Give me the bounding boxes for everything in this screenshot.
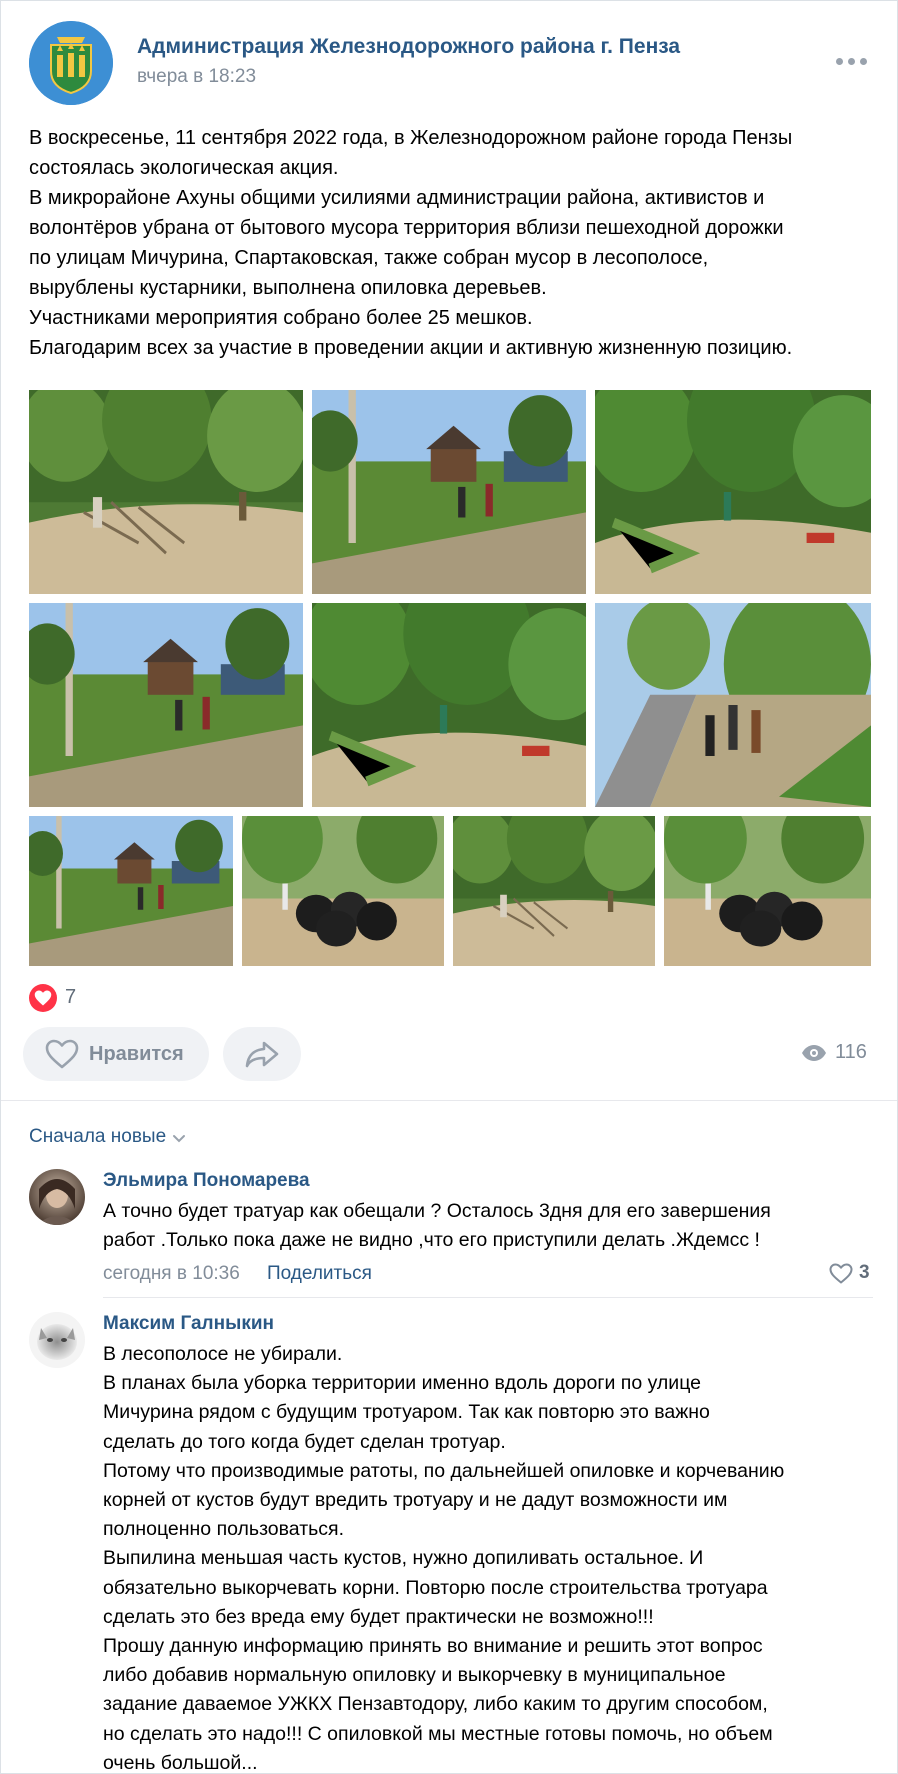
comment-avatar[interactable] (29, 1312, 85, 1368)
comment-text-line: Прошу данную информацию принять во внима… (103, 1635, 763, 1658)
post-text-line: В микрорайоне Ахуны общими усилиями адми… (29, 187, 765, 209)
comment-text: А точно будет тратуар как обещали ? Оста… (103, 1197, 771, 1255)
comment-divider (103, 1297, 873, 1298)
divider (1, 1100, 897, 1101)
comment-text-line: В лесополосе не убирали. (103, 1343, 343, 1365)
photo-image (312, 603, 586, 807)
post-text-line: вырублены кустарники, выполнена опиловка… (29, 277, 547, 299)
post-text-line: по улицам Мичурина, Спартаковская, также… (29, 247, 709, 269)
views-count: 116 (835, 1041, 867, 1063)
comment-text-line: Мичурина рядом с будущим тротуаром. Так … (103, 1401, 710, 1424)
photo-image (595, 390, 871, 594)
post-photo[interactable] (29, 390, 303, 594)
post-text-line: Благодарим всех за участие в проведении … (29, 337, 793, 359)
post-photo[interactable] (29, 603, 303, 807)
comment-text-line: Выпилина меньшая часть кустов, нужно доп… (103, 1547, 704, 1570)
comment-text-line: задание даваемое УЖКХ Пензавтодору, либо… (103, 1693, 768, 1716)
eye-icon (802, 1044, 826, 1061)
photo-image (453, 816, 655, 966)
comment-text-line: обязательно выкорчевать корни. Повторю п… (103, 1576, 768, 1599)
post-text: В воскресенье, 11 сентября 2022 года, в … (29, 123, 879, 363)
post-photo[interactable] (595, 603, 871, 807)
comment-like-count: 3 (859, 1262, 870, 1283)
post-card: Администрация Железнодорожного района г.… (0, 0, 898, 1774)
photo-image (595, 603, 871, 807)
comment-share-link[interactable]: Поделиться (267, 1263, 372, 1285)
comment-text-line: работ .Только пока даже не видно ,что ег… (103, 1229, 760, 1252)
post-photo[interactable] (312, 603, 586, 807)
group-avatar[interactable] (29, 21, 113, 105)
share-button[interactable] (223, 1027, 301, 1081)
share-arrow-icon (245, 1041, 279, 1068)
comment-text-line: В планах была уборка территории именно в… (103, 1372, 701, 1395)
post-time[interactable]: вчера в 18:23 (137, 66, 256, 88)
heart-outline-icon (829, 1263, 853, 1283)
photo-image (29, 603, 303, 807)
like-count[interactable]: 7 (65, 986, 76, 1009)
photo-image (664, 816, 871, 966)
post-text-line: волонтёров убрана от бытового мусора тер… (29, 217, 784, 239)
post-photo[interactable] (29, 816, 233, 966)
photo-image (312, 390, 586, 594)
more-options-icon[interactable] (833, 51, 869, 71)
views-counter: 116 (801, 1041, 867, 1064)
post-photo[interactable] (453, 816, 655, 966)
comment-text: В лесополосе не убирали. В планах была у… (103, 1340, 785, 1774)
comment-text-line: Потому что производимые ратоты, по дальн… (103, 1459, 785, 1482)
like-reaction-icon[interactable] (29, 984, 57, 1012)
post-text-line: состоялась экологическая акция. (29, 157, 339, 179)
comment-text-line: но сделать это надо!!! С опиловкой мы ме… (103, 1722, 773, 1745)
post-text-line: В воскресенье, 11 сентября 2022 года, в … (29, 127, 793, 149)
comment-author[interactable]: Эльмира Пономарева (103, 1170, 310, 1192)
comment-author[interactable]: Максим Галныкин (103, 1313, 274, 1335)
comments-sort-label: Сначала новые (29, 1126, 167, 1147)
post-photo[interactable] (312, 390, 586, 594)
post-photo[interactable] (242, 816, 444, 966)
post-photo[interactable] (664, 816, 871, 966)
comment-text-line: либо добавив нормальную опиловку и выкор… (103, 1664, 726, 1687)
chevron-down-icon (173, 1134, 186, 1142)
comment-text-line: сделать это без вреда ему будет практиче… (103, 1605, 654, 1628)
post-photo[interactable] (595, 390, 871, 594)
group-name[interactable]: Администрация Железнодорожного района г.… (137, 35, 680, 59)
heart-outline-icon (45, 1039, 79, 1069)
like-button-label: Нравится (89, 1042, 184, 1065)
comment-text-line: А точно будет тратуар как обещали ? Оста… (103, 1200, 771, 1222)
post-text-line: Участниками мероприятия собрано более 25… (29, 307, 533, 329)
comment-text-line: сделать до того когда будет сделан троту… (103, 1430, 506, 1453)
photo-image (242, 816, 444, 966)
comment-text-line: полноценно пользоваться. (103, 1518, 345, 1541)
comment-text-line: корней от кустов будут вредить тротуару … (103, 1489, 728, 1512)
comment-text-line: очень большой... (103, 1751, 258, 1774)
photo-image (29, 816, 233, 966)
comment-time[interactable]: сегодня в 10:36 (103, 1263, 240, 1285)
comment-like-button[interactable]: 3 (829, 1262, 870, 1284)
like-button[interactable]: Нравится (23, 1027, 209, 1081)
comment-avatar[interactable] (29, 1169, 85, 1225)
comments-sort-dropdown[interactable]: Сначала новые (29, 1126, 186, 1148)
photo-image (29, 390, 303, 594)
